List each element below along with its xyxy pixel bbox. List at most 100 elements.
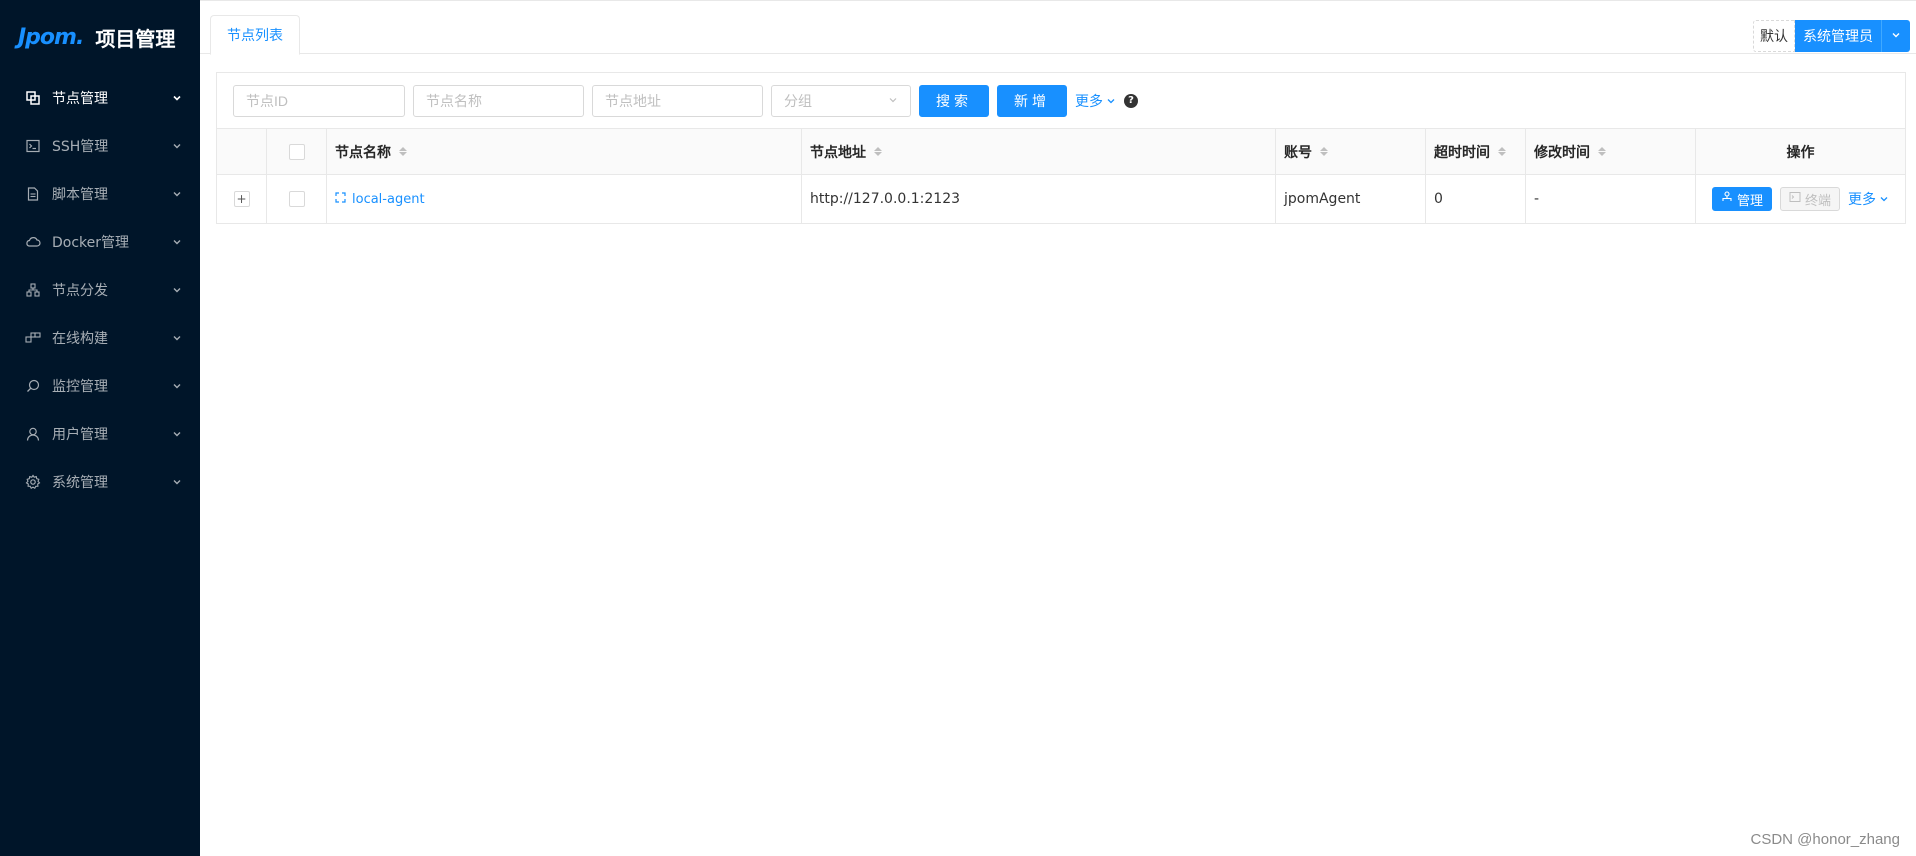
terminal-icon [24,137,42,155]
sidebar-item-label: SSH管理 [52,139,109,155]
chevron-down-icon [888,93,898,109]
table-header: 节点名称 节点地址 账号 超时时间 修改时间 操作 [217,129,1905,175]
more-label: 更多 [1848,192,1876,208]
cluster-icon [1721,191,1733,207]
sidebar-item-online-build[interactable]: 在线构建 [0,314,200,362]
node-address-cell: http://127.0.0.1:2123 [802,175,1276,223]
operations-cell: 管理 终端 更多 [1696,175,1905,223]
user-button[interactable]: 系统管理员 [1795,20,1882,52]
manage-button[interactable]: 管理 [1711,187,1772,211]
app-title: 项目管理 [95,26,176,51]
row-select-cell [267,175,327,223]
expand-row-button[interactable]: + [233,191,250,207]
group-select[interactable]: 分组 [771,84,911,117]
node-table: 节点名称 节点地址 账号 超时时间 修改时间 操作 + local-agent … [216,128,1906,224]
sort-icon [1320,147,1328,156]
sidebar-item-script-management[interactable]: 脚本管理 [0,170,200,218]
select-all-checkbox[interactable] [288,143,305,160]
build-icon [24,329,42,347]
watermark: CSDN @honor_zhang [1750,831,1900,848]
chevron-down-icon [172,477,182,487]
chevron-down-icon [172,237,182,247]
operations-group: 管理 终端 更多 [1704,187,1897,211]
column-header-account[interactable]: 账号 [1276,129,1426,174]
user-icon [24,425,42,443]
add-button[interactable]: 新增 [997,84,1067,117]
chevron-down-icon [1891,28,1901,44]
sidebar-item-docker-management[interactable]: Docker管理 [0,218,200,266]
chevron-down-icon [172,381,182,391]
terminal-button[interactable]: 终端 [1779,187,1840,211]
sidebar-item-user-management[interactable]: 用户管理 [0,410,200,458]
tab-node-list[interactable]: 节点列表 [210,15,300,55]
modified-time-cell: - [1526,175,1696,223]
cloud-icon [24,233,42,251]
chevron-down-icon [172,189,182,199]
tab-bar: 节点列表 默认 系统管理员 [200,4,1916,55]
sidebar-item-ssh-management[interactable]: SSH管理 [0,122,200,170]
sidebar-menu: 节点管理 SSH管理 脚本管理 Docker管理 节点分发 在线构建 监控管理 … [0,74,200,506]
sidebar-item-node-distribute[interactable]: 节点分发 [0,266,200,314]
sidebar-item-label: 在线构建 [52,331,108,347]
node-name-text: local-agent [352,191,425,207]
nodes-icon [24,89,42,107]
account-cell: jpomAgent [1276,175,1426,223]
sort-icon [399,147,407,156]
column-header-operations: 操作 [1786,144,1815,161]
monitor-icon [24,377,42,395]
column-header-label: 修改时间 [1534,144,1590,161]
node-name-cell: local-agent [327,175,802,223]
chevron-down-icon [172,285,182,295]
sidebar: Jpom. 项目管理 节点管理 SSH管理 脚本管理 Docker管理 节点分发… [0,0,200,856]
sort-icon [1498,147,1506,156]
workspace-button[interactable]: 默认 [1753,20,1795,52]
chevron-down-icon [172,141,182,151]
column-header-timeout[interactable]: 超时时间 [1426,129,1526,174]
sidebar-item-label: 监控管理 [52,379,108,395]
more-link[interactable]: 更多 [1075,91,1116,111]
node-name-input[interactable] [413,84,584,117]
logo[interactable]: Jpom. 项目管理 [0,0,200,74]
sidebar-item-label: 节点分发 [52,283,108,299]
sidebar-item-system-management[interactable]: 系统管理 [0,458,200,506]
terminal-label: 终端 [1804,193,1831,209]
terminal-icon [1789,191,1801,207]
column-header-modified[interactable]: 修改时间 [1526,129,1696,174]
file-icon [24,185,42,203]
chevron-down-icon [172,333,182,343]
cluster-icon [24,281,42,299]
sidebar-item-label: 脚本管理 [52,187,108,203]
sidebar-item-label: 用户管理 [52,427,108,443]
more-label: 更多 [1075,93,1103,110]
column-header-label: 节点地址 [810,144,866,161]
help-icon[interactable]: ? [1124,93,1138,108]
column-header-label: 节点名称 [335,144,391,161]
chevron-down-icon [172,429,182,439]
chevron-down-icon [172,93,182,103]
manage-label: 管理 [1736,193,1763,209]
group-select-placeholder: 分组 [784,93,812,110]
column-header-address[interactable]: 节点地址 [802,129,1276,174]
column-header-name[interactable]: 节点名称 [327,129,802,174]
fullscreen-icon [335,191,346,207]
sidebar-item-node-management[interactable]: 节点管理 [0,74,200,122]
search-bar: 分组 搜索 新增 更多 ? [216,72,1906,128]
table-row: + local-agent http://127.0.0.1:2123 jpom… [217,175,1905,223]
search-button[interactable]: 搜索 [919,84,989,117]
row-more-link[interactable]: 更多 [1848,189,1889,209]
node-address-input[interactable] [592,84,763,117]
column-header-label: 账号 [1284,144,1312,161]
sidebar-item-label: 节点管理 [52,91,108,107]
node-name-link[interactable]: local-agent [335,192,425,207]
user-area: 默认 系统管理员 [1753,20,1910,52]
gear-icon [24,473,42,491]
row-checkbox[interactable] [288,191,305,207]
sort-icon [874,147,882,156]
chevron-down-icon [1879,194,1889,204]
user-dropdown-button[interactable] [1882,20,1910,52]
sidebar-item-label: Docker管理 [52,235,130,251]
sidebar-item-label: 系统管理 [52,475,108,491]
node-id-input[interactable] [233,84,405,117]
sidebar-item-monitor-management[interactable]: 监控管理 [0,362,200,410]
main-content: 节点列表 默认 系统管理员 分组 搜索 新增 更多 ? [200,0,1916,856]
